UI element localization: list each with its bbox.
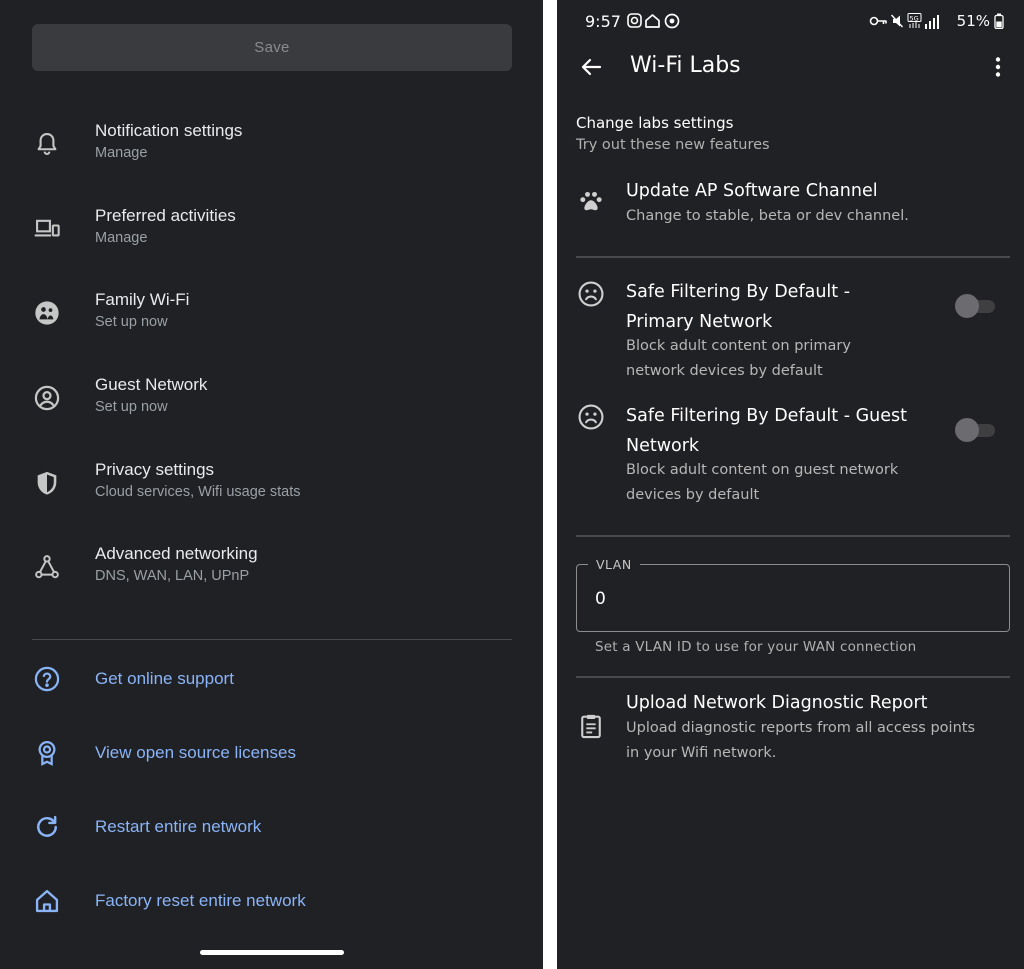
lab-subtitle: Change to stable, beta or dev channel. (626, 208, 909, 224)
link-label: Factory reset entire network (95, 891, 306, 910)
toggle-thumb (955, 294, 979, 318)
lab-title: Safe Filtering By Default - Guest (626, 406, 907, 426)
settings-item-subtitle: Set up now (95, 399, 168, 415)
battery-icon (994, 13, 1004, 29)
settings-item-subtitle: Cloud services, Wifi usage stats (95, 484, 301, 500)
vlan-helper-text: Set a VLAN ID to use for your WAN connec… (595, 639, 917, 655)
settings-item-title: Advanced networking (95, 544, 258, 563)
settings-item-privacy[interactable]: Privacy settings Cloud services, Wifi us… (0, 460, 543, 532)
lab-subtitle: Upload diagnostic reports from all acces… (626, 720, 976, 736)
sad-face-icon (578, 404, 604, 430)
lab-subtitle: devices by default (626, 487, 760, 503)
devices-icon (33, 215, 61, 243)
restart-entire-network-link[interactable]: Restart entire network (0, 813, 543, 857)
lab-subtitle: Block adult content on primary (626, 338, 851, 354)
page-title: Wi-Fi Labs (630, 53, 741, 78)
settings-item-subtitle: Manage (95, 230, 148, 246)
get-online-support-link[interactable]: Get online support (0, 665, 543, 709)
mute-icon (890, 14, 903, 28)
network-icon (33, 553, 61, 581)
family-icon (33, 299, 61, 327)
signal-icon (924, 15, 939, 29)
google-home-icon (645, 14, 660, 28)
factory-reset-entire-network-link[interactable]: Factory reset entire network (0, 887, 543, 931)
save-button[interactable]: Save (32, 24, 512, 71)
settings-item-title: Privacy settings (95, 460, 215, 479)
lab-title: Primary Network (626, 312, 773, 332)
home-indicator[interactable] (200, 950, 344, 955)
settings-item-subtitle: Manage (95, 145, 148, 161)
instagram-icon (627, 13, 642, 28)
settings-item-subtitle: DNS, WAN, LAN, UPnP (95, 568, 250, 584)
settings-item-advanced-networking[interactable]: Advanced networking DNS, WAN, LAN, UPnP (0, 544, 543, 616)
help-icon (33, 665, 61, 693)
divider (576, 676, 1010, 678)
link-label: Restart entire network (95, 817, 262, 836)
notification-icons (627, 13, 680, 29)
settings-item-guest-network[interactable]: Guest Network Set up now (0, 375, 543, 447)
settings-item-family-wifi[interactable]: Family Wi-Fi Set up now (0, 290, 543, 362)
5g-icon: 5G (907, 13, 922, 28)
home-icon (33, 887, 61, 915)
settings-item-title: Family Wi-Fi (95, 290, 190, 309)
status-time: 9:57 (585, 12, 621, 31)
vpn-key-icon (869, 16, 887, 26)
divider (576, 256, 1010, 258)
battery-percent: 51% (956, 12, 990, 30)
view-open-source-licenses-link[interactable]: View open source licenses (0, 739, 543, 783)
bell-icon (33, 130, 61, 158)
section-subtitle: Try out these new features (576, 137, 770, 153)
settings-item-title: Preferred activities (95, 206, 236, 225)
divider (32, 639, 512, 640)
lab-subtitle: Block adult content on guest network (626, 462, 899, 478)
safe-filtering-primary-toggle[interactable] (955, 294, 997, 318)
vlan-label: VLAN (588, 557, 640, 572)
lab-title: Network (626, 436, 700, 456)
license-icon (33, 739, 61, 767)
settings-item-title: Guest Network (95, 375, 208, 394)
lab-subtitle: in your Wifi network. (626, 745, 777, 761)
sad-face-icon (578, 281, 604, 307)
lab-title: Safe Filtering By Default - (626, 282, 851, 302)
lab-title: Upload Network Diagnostic Report (626, 693, 928, 713)
svg-text:5G: 5G (909, 15, 918, 23)
chrome-icon (664, 13, 680, 29)
system-status: 5G 51% (869, 11, 1004, 31)
safe-filtering-guest-toggle[interactable] (955, 418, 997, 442)
settings-item-title: Notification settings (95, 121, 243, 140)
divider (576, 535, 1010, 537)
settings-panel: Save Notification settings Manage Prefer… (0, 0, 543, 969)
vlan-input[interactable] (595, 586, 975, 612)
toggle-thumb (955, 418, 979, 442)
settings-item-subtitle: Set up now (95, 314, 168, 330)
guest-icon (33, 384, 61, 412)
link-label: Get online support (95, 669, 234, 688)
restart-icon (33, 813, 61, 841)
paw-icon (580, 191, 602, 211)
settings-item-notifications[interactable]: Notification settings Manage (0, 121, 543, 193)
link-label: View open source licenses (95, 743, 296, 762)
back-arrow-icon[interactable] (579, 55, 603, 79)
more-vert-icon[interactable] (992, 55, 1004, 79)
section-title: Change labs settings (576, 114, 734, 132)
wifi-labs-panel: 9:57 5G 51% Wi-Fi Labs Change labs setti… (557, 0, 1024, 969)
shield-icon (33, 469, 61, 497)
clipboard-icon (581, 714, 601, 739)
system-status-icons: 5G (869, 13, 939, 29)
lab-title: Update AP Software Channel (626, 181, 878, 201)
settings-item-preferred-activities[interactable]: Preferred activities Manage (0, 206, 543, 278)
lab-subtitle: network devices by default (626, 363, 823, 379)
